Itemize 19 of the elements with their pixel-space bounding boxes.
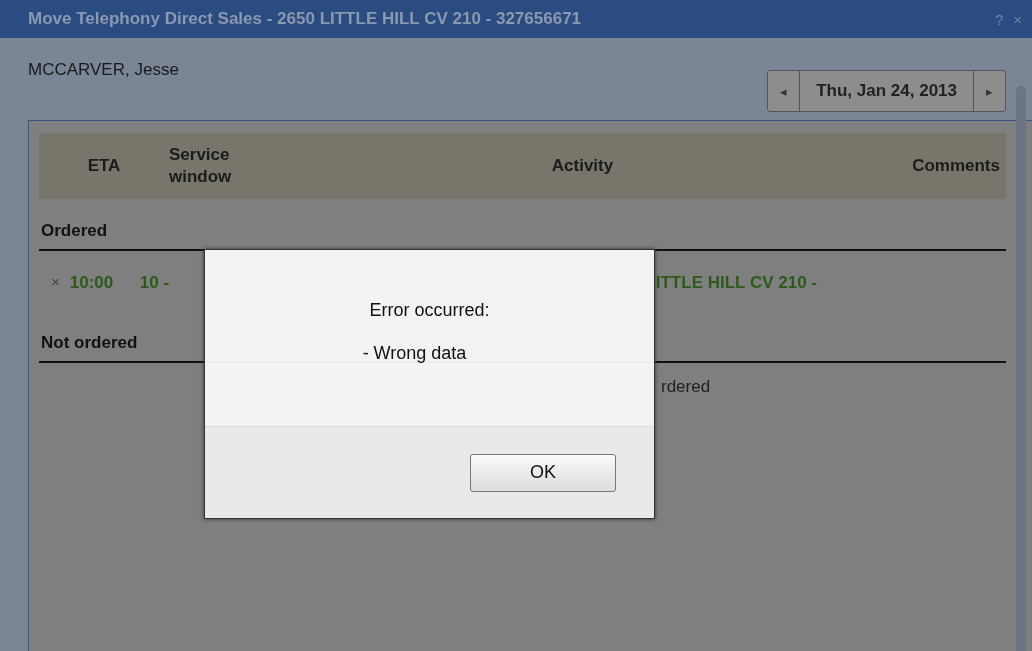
close-button[interactable]: × <box>1013 10 1022 28</box>
next-day-button[interactable]: ▸ <box>974 71 1005 111</box>
date-label: Thu, Jan 24, 2013 <box>799 71 974 111</box>
remove-button[interactable]: × <box>51 273 60 290</box>
column-header: ETA <box>86 155 122 177</box>
window-title: Move Telephony Direct Sales - 2650 LITTLE HILL CV 210 - 327656671 <box>28 9 583 29</box>
ok-button[interactable]: OK <box>470 453 616 492</box>
scrollbar[interactable] <box>1016 86 1026 651</box>
service-window-text: 10 - <box>139 273 171 293</box>
column-header: Comments <box>911 155 1001 177</box>
column-header: Activity <box>550 155 615 177</box>
dialog-message: - Wrong data <box>362 343 467 364</box>
previous-day-button[interactable]: ◂ <box>768 71 800 111</box>
column-header: Service window <box>169 144 233 188</box>
help-button[interactable]: ? <box>994 10 1004 28</box>
technician-name: MCCARVER, Jesse <box>28 60 179 80</box>
drop-hint: rdered <box>661 376 712 398</box>
eta-text: 10:00 <box>69 273 115 293</box>
activity-text: ITTLE HILL CV 210 - <box>655 273 817 293</box>
